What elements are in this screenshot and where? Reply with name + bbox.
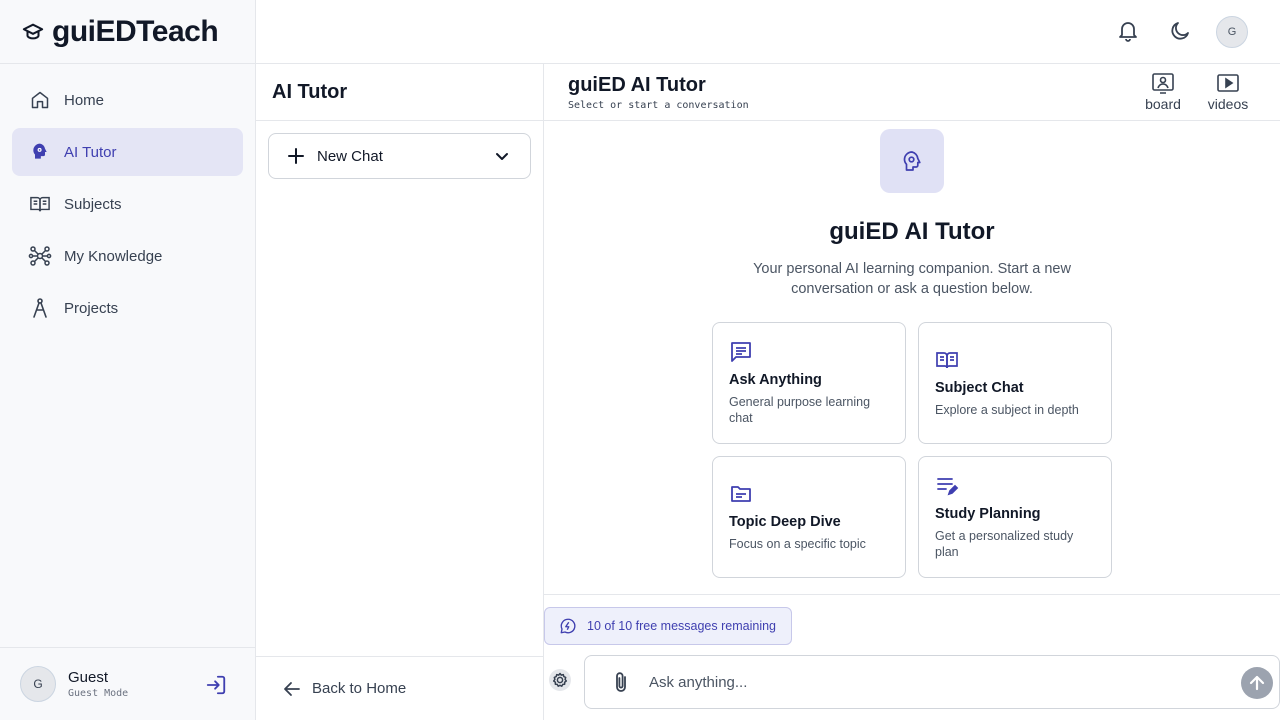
card-title: Ask Anything: [729, 372, 822, 388]
arrow-up-icon: [1249, 675, 1265, 691]
page-subtitle: Select or start a conversation: [568, 100, 749, 111]
message-lines-icon: [731, 342, 751, 362]
message-input[interactable]: [649, 673, 1279, 691]
user-mode: Guest Mode: [68, 688, 129, 699]
hero-title: guiED AI Tutor: [829, 218, 995, 245]
card-title: Topic Deep Dive: [729, 514, 841, 530]
sidebar-item-my-knowledge[interactable]: My Knowledge: [12, 232, 243, 280]
sidebar-item-home[interactable]: Home: [12, 76, 243, 124]
sidebar-item-label: Home: [64, 91, 105, 109]
card-subject-chat[interactable]: Subject Chat Explore a subject in depth: [918, 322, 1112, 444]
user-name: Guest: [68, 669, 109, 686]
app-name: guiEDTeach: [52, 14, 219, 48]
message-composer: [584, 655, 1280, 709]
list-edit-icon: [937, 478, 959, 496]
board-label: board: [1145, 96, 1181, 112]
new-chat-label: New Chat: [317, 147, 383, 165]
avatar[interactable]: G: [1216, 16, 1248, 48]
gear-icon[interactable]: [548, 668, 572, 692]
login-icon[interactable]: [205, 674, 227, 696]
card-study-planning[interactable]: Study Planning Get a personalized study …: [918, 456, 1112, 578]
hero-description: Your personal AI learning companion. Sta…: [753, 261, 1071, 297]
book-open-icon: [936, 352, 958, 369]
sidebar-item-label: Subjects: [64, 195, 122, 213]
back-to-home-button[interactable]: Back to Home: [256, 656, 543, 720]
paperclip-icon[interactable]: [613, 671, 629, 693]
quota-badge: 10 of 10 free messages remaining: [544, 607, 792, 645]
sidebar-item-label: My Knowledge: [64, 247, 163, 265]
sidebar-item-ai-tutor[interactable]: AI Tutor: [12, 128, 243, 176]
arrow-left-icon: [284, 681, 300, 696]
avatar[interactable]: G: [20, 666, 56, 702]
send-button[interactable]: [1241, 667, 1273, 699]
user-panel: G Guest Guest Mode: [0, 647, 255, 720]
card-title: Subject Chat: [935, 380, 1024, 396]
quota-text: 10 of 10 free messages remaining: [587, 619, 776, 633]
app-logo[interactable]: guiEDTeach: [0, 0, 255, 64]
sidebar-item-subjects[interactable]: Subjects: [12, 180, 243, 228]
compass-tool-icon: [28, 296, 52, 320]
videos-button[interactable]: videos: [1198, 72, 1258, 112]
video-icon: [1217, 74, 1239, 92]
book-open-icon: [28, 192, 52, 216]
sidebar-item-label: AI Tutor: [64, 143, 117, 161]
sidebar: guiEDTeach Home AI Tutor Subjects My Kno…: [0, 0, 256, 720]
chat-bolt-icon: [560, 618, 576, 634]
sidebar-item-label: Projects: [64, 299, 119, 317]
card-topic-deep-dive[interactable]: Topic Deep Dive Focus on a specific topi…: [712, 456, 906, 578]
card-description: General purpose learning chat: [729, 395, 871, 425]
tutor-logo: [880, 129, 944, 193]
moon-icon[interactable]: [1168, 19, 1192, 43]
sidebar-nav: Home AI Tutor Subjects My Knowledge Proj…: [0, 64, 255, 348]
board-icon: [1152, 73, 1174, 94]
card-description: Focus on a specific topic: [729, 537, 866, 551]
plus-icon: [288, 148, 304, 164]
network-icon: [28, 244, 52, 268]
card-description: Get a personalized study plan: [935, 529, 1074, 559]
divider: [544, 594, 1280, 595]
brain-gear-icon: [28, 140, 52, 164]
chat-main: guiED AI Tutor Select or start a convers…: [544, 64, 1280, 720]
bell-icon[interactable]: [1116, 19, 1140, 43]
brain-gear-icon: [903, 151, 921, 171]
chevron-down-icon[interactable]: [494, 148, 510, 164]
new-chat-button[interactable]: New Chat: [268, 133, 531, 179]
card-title: Study Planning: [935, 506, 1041, 522]
top-bar: G: [256, 0, 1280, 64]
sidebar-item-projects[interactable]: Projects: [12, 284, 243, 332]
card-description: Explore a subject in depth: [935, 403, 1079, 417]
back-label: Back to Home: [312, 680, 407, 697]
home-icon: [28, 88, 52, 112]
page-title: guiED AI Tutor: [568, 74, 706, 96]
chat-header: guiED AI Tutor Select or start a convers…: [544, 64, 1280, 121]
videos-label: videos: [1207, 96, 1249, 112]
folder-icon: [731, 486, 751, 502]
user-meta: Guest Guest Mode: [68, 669, 128, 699]
graduation-cap-icon: [22, 23, 44, 39]
board-button[interactable]: board: [1133, 72, 1193, 112]
panel-title: AI Tutor: [256, 64, 543, 121]
chat-list-panel: AI Tutor New Chat Back to Home: [256, 64, 544, 720]
card-ask-anything[interactable]: Ask Anything General purpose learning ch…: [712, 322, 906, 444]
